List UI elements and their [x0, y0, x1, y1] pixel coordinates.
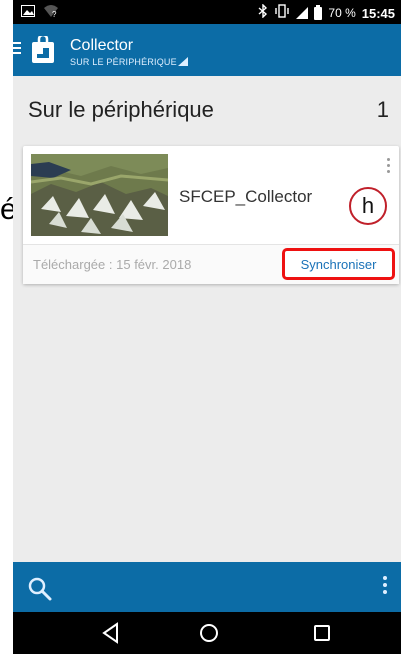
wifi-question-icon: ?	[43, 4, 59, 22]
back-icon[interactable]	[99, 621, 123, 645]
download-date-label: Téléchargée :	[33, 257, 113, 272]
home-icon[interactable]	[197, 621, 221, 645]
picture-icon	[21, 5, 35, 21]
map-thumbnail[interactable]	[31, 154, 168, 236]
signal-icon	[296, 7, 309, 19]
download-date: Téléchargée : 15 févr. 2018	[33, 257, 191, 272]
battery-percent: 70 %	[328, 6, 356, 20]
dropdown-triangle-icon	[177, 57, 188, 66]
clock: 15:45	[361, 5, 395, 21]
status-bar: ? 70 % 15:45	[13, 0, 401, 24]
more-vert-icon[interactable]	[383, 576, 389, 597]
svg-text:?: ?	[52, 10, 57, 18]
app-bar: Collector SUR LE PÉRIPHÉRIQUE	[13, 24, 401, 76]
bottom-toolbar	[13, 562, 401, 612]
sync-button[interactable]: Synchroniser	[282, 248, 395, 280]
search-icon[interactable]	[27, 576, 53, 602]
map-source-dropdown[interactable]: SUR LE PÉRIPHÉRIQUE	[70, 57, 188, 67]
download-date-value: 15 févr. 2018	[116, 257, 192, 272]
bluetooth-icon	[258, 3, 268, 22]
card-footer: Téléchargée : 15 févr. 2018 Synchroniser	[23, 245, 399, 284]
vibrate-icon	[274, 4, 290, 22]
app-title: Collector	[70, 37, 134, 54]
map-count: 1	[376, 97, 389, 122]
card-overflow-menu-icon[interactable]	[387, 158, 391, 176]
battery-icon	[314, 4, 323, 20]
phone-screen: ? 70 % 15:45 Collector SUR LE PÉRIPHÉRIQ…	[13, 0, 401, 654]
map-card[interactable]: SFCEP_Collector Téléchargée : 15 févr. 2…	[23, 146, 399, 284]
map-name: SFCEP_Collector	[179, 187, 313, 206]
collector-app-icon	[31, 33, 55, 64]
section-title: Sur le périphérique	[28, 97, 214, 122]
hamburger-icon[interactable]	[13, 42, 21, 57]
map-source-label: SUR LE PÉRIPHÉRIQUE	[70, 57, 177, 67]
system-nav-bar	[13, 612, 401, 654]
annotation-marker: h	[349, 187, 387, 225]
recents-icon[interactable]	[310, 621, 334, 645]
